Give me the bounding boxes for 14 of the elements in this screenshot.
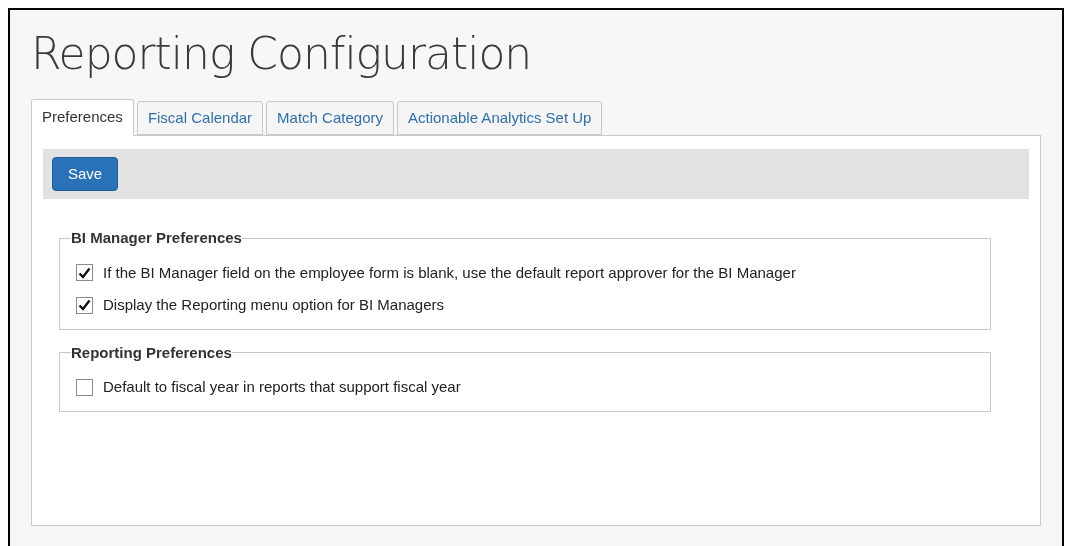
checkbox[interactable] <box>76 378 93 396</box>
checkbox[interactable] <box>76 264 93 282</box>
option-label: Default to fiscal year in reports that support fiscal year <box>103 377 461 397</box>
page-title: Reporting Configuration <box>31 28 532 80</box>
group-legend: BI Manager Preferences <box>71 227 242 250</box>
tab[interactable]: Fiscal Calendar <box>136 101 264 135</box>
tab[interactable]: Preferences <box>31 99 134 136</box>
group-legend: Reporting Preferences <box>71 341 232 364</box>
option-label: Display the Reporting menu option for BI Managers <box>103 295 444 315</box>
option-label: If the BI Manager field on the employee form is blank, use the default report approver for the BI Manager <box>103 262 796 283</box>
tab[interactable]: Match Category <box>266 101 394 135</box>
tab[interactable]: Actionable Analytics Set Up <box>397 101 603 135</box>
checkbox[interactable] <box>76 296 93 314</box>
save-button[interactable]: Save <box>52 157 119 191</box>
